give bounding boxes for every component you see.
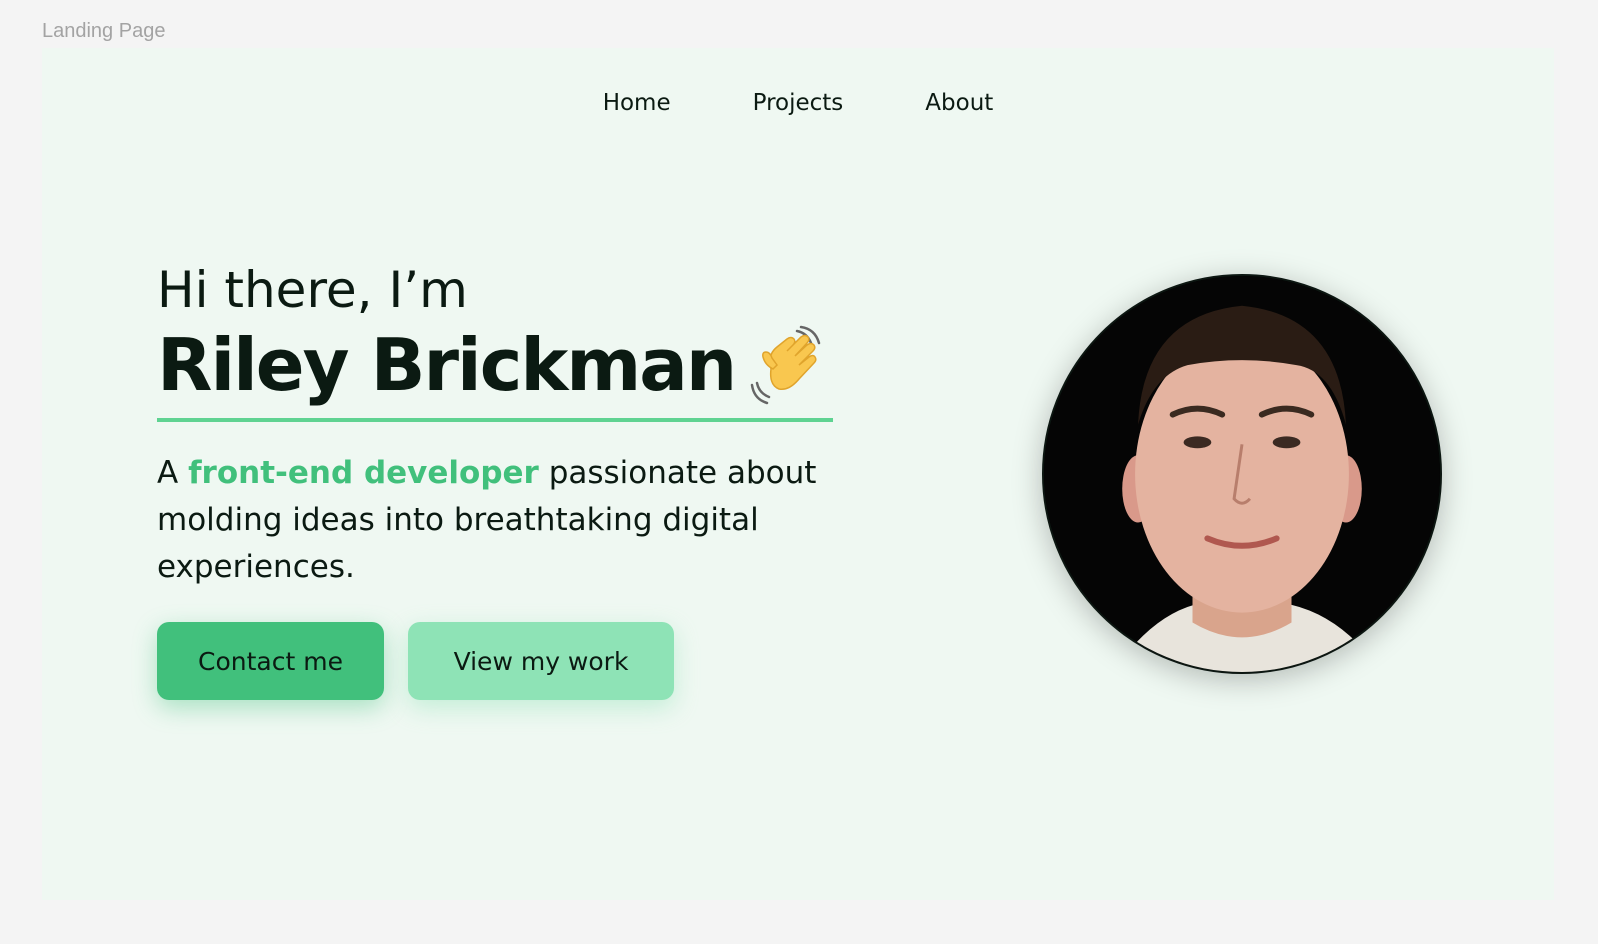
nav-item-projects[interactable]: Projects bbox=[753, 90, 844, 116]
frame-label: Landing Page bbox=[42, 20, 166, 42]
hero-section: Hi there, I’m Riley Brickman A front-end… bbox=[157, 258, 857, 700]
greeting-text: Hi there, I’m bbox=[157, 261, 468, 319]
waving-hand-icon bbox=[749, 325, 829, 405]
tagline-highlight: front-end developer bbox=[188, 455, 539, 491]
landing-page-frame: Home Projects About Hi there, I’m Riley … bbox=[42, 48, 1554, 900]
view-my-work-button[interactable]: View my work bbox=[408, 622, 674, 700]
name-row: Riley Brickman bbox=[157, 322, 833, 422]
contact-me-button[interactable]: Contact me bbox=[157, 622, 384, 700]
tagline-prefix: A bbox=[157, 455, 189, 491]
tagline: A front-end developer passionate about m… bbox=[157, 450, 817, 591]
profile-photo bbox=[1042, 274, 1442, 674]
profile-photo-illustration bbox=[1044, 276, 1440, 672]
hero-name: Riley Brickman bbox=[157, 323, 737, 407]
nav-item-about[interactable]: About bbox=[925, 90, 993, 116]
cta-buttons: Contact me View my work bbox=[157, 622, 857, 700]
top-nav: Home Projects About bbox=[42, 90, 1554, 116]
nav-item-home[interactable]: Home bbox=[603, 90, 671, 116]
